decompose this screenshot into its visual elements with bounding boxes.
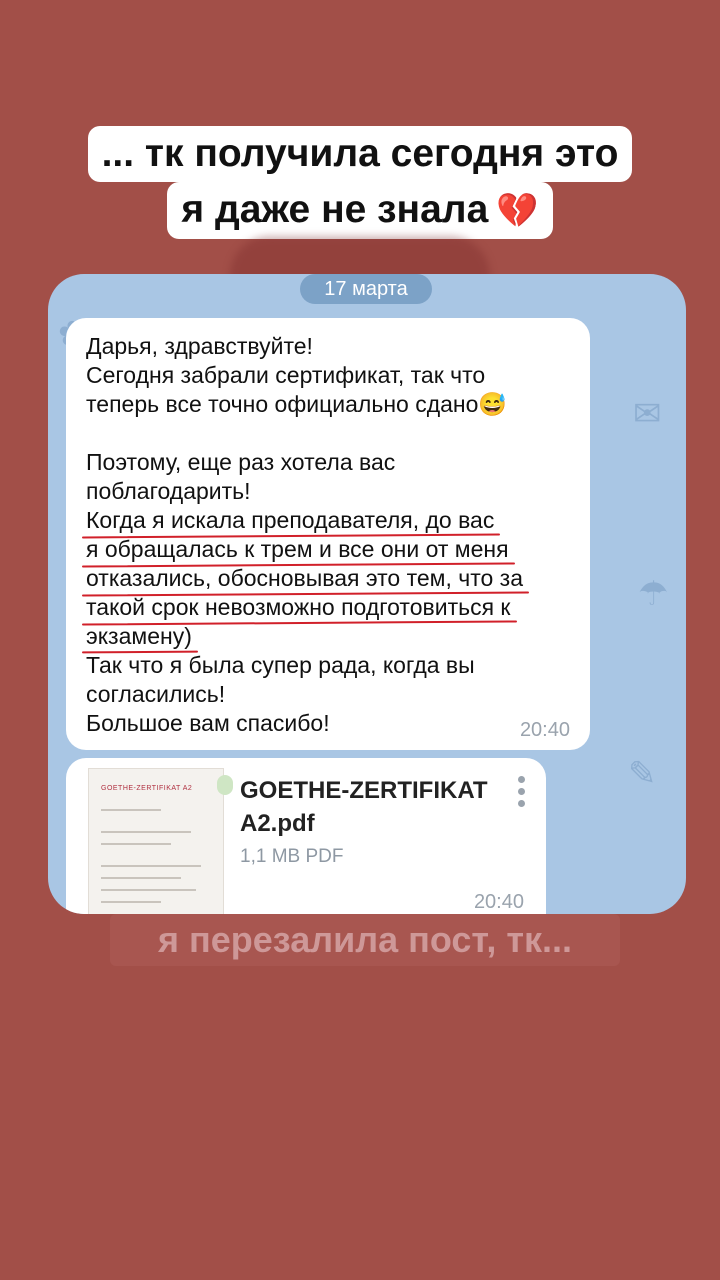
doodle-icon: ✉ xyxy=(633,395,662,433)
doodle-icon: ✎ xyxy=(628,755,657,793)
msg-line-underlined: Когда я искала преподавателя, до вас xyxy=(86,507,495,533)
msg-line: Сегодня забрали сертификат, так что xyxy=(86,362,486,388)
msg-line: Дарья, здравствуйте! xyxy=(86,333,313,359)
doodle-icon: ☂ xyxy=(638,575,669,613)
thumb-line xyxy=(101,809,161,811)
file-size: 1,1 MB PDF xyxy=(240,846,344,867)
thumb-line xyxy=(101,865,201,867)
broken-heart-icon: 💔 xyxy=(496,192,539,230)
download-status-icon xyxy=(217,775,233,795)
caption-text-2: я даже не знала xyxy=(181,188,489,231)
msg-line-underlined: я обращалась к трем и все они от меня xyxy=(86,536,509,562)
caption-line-1: ... тк получила сегодня это xyxy=(0,126,720,182)
more-options-icon[interactable] xyxy=(518,776,526,812)
date-pill: 17 марта xyxy=(300,274,432,304)
msg-line-underlined: такой срок невозможно подготовиться к xyxy=(86,594,511,620)
file-message[interactable]: GOETHE-ZERTIFIKAT A2 GOETHE-ZERTIFIKAT A… xyxy=(66,758,546,914)
thumbnail-title: GOETHE-ZERTIFIKAT A2 xyxy=(101,785,193,792)
msg-line: теперь все точно официально сдано😅 xyxy=(86,391,508,417)
thumb-line xyxy=(101,831,191,833)
message-text: Дарья, здравствуйте! Сегодня забрали сер… xyxy=(86,332,586,738)
bottom-caption: я перезалила пост, тк... xyxy=(110,914,620,966)
msg-line: поблагодарить! xyxy=(86,478,251,504)
thumb-line xyxy=(101,877,181,879)
caption-text-1: ... тк получила сегодня это xyxy=(87,126,633,182)
msg-line: Поэтому, еще раз хотела вас xyxy=(86,449,396,475)
message-time: 20:40 xyxy=(519,719,570,741)
msg-line: согласились! xyxy=(86,681,226,707)
file-time: 20:40 xyxy=(473,891,524,913)
message-bubble[interactable]: Дарья, здравствуйте! Сегодня забрали сер… xyxy=(66,318,590,750)
file-name[interactable]: GOETHE-ZERTIFIKAT A2.pdf xyxy=(240,774,500,840)
msg-line-underlined: экзамену) xyxy=(86,623,192,649)
caption-box-2: я даже не знала 💔 xyxy=(167,182,553,239)
pdf-thumbnail[interactable]: GOETHE-ZERTIFIKAT A2 xyxy=(88,768,233,914)
msg-line: Большое вам спасибо! xyxy=(86,710,330,736)
thumb-line xyxy=(101,889,196,891)
chat-screenshot: ✿ ✉ ☂ ✎ ♫ 17 марта Дарья, здравствуйте! … xyxy=(48,274,686,914)
thumb-line xyxy=(101,901,161,903)
thumb-line xyxy=(101,843,171,845)
caption-line-2: я даже не знала 💔 xyxy=(0,182,720,239)
msg-line-underlined: отказались, обосновывая это тем, что за xyxy=(86,565,524,591)
msg-line: Так что я была супер рада, когда вы xyxy=(86,652,475,678)
